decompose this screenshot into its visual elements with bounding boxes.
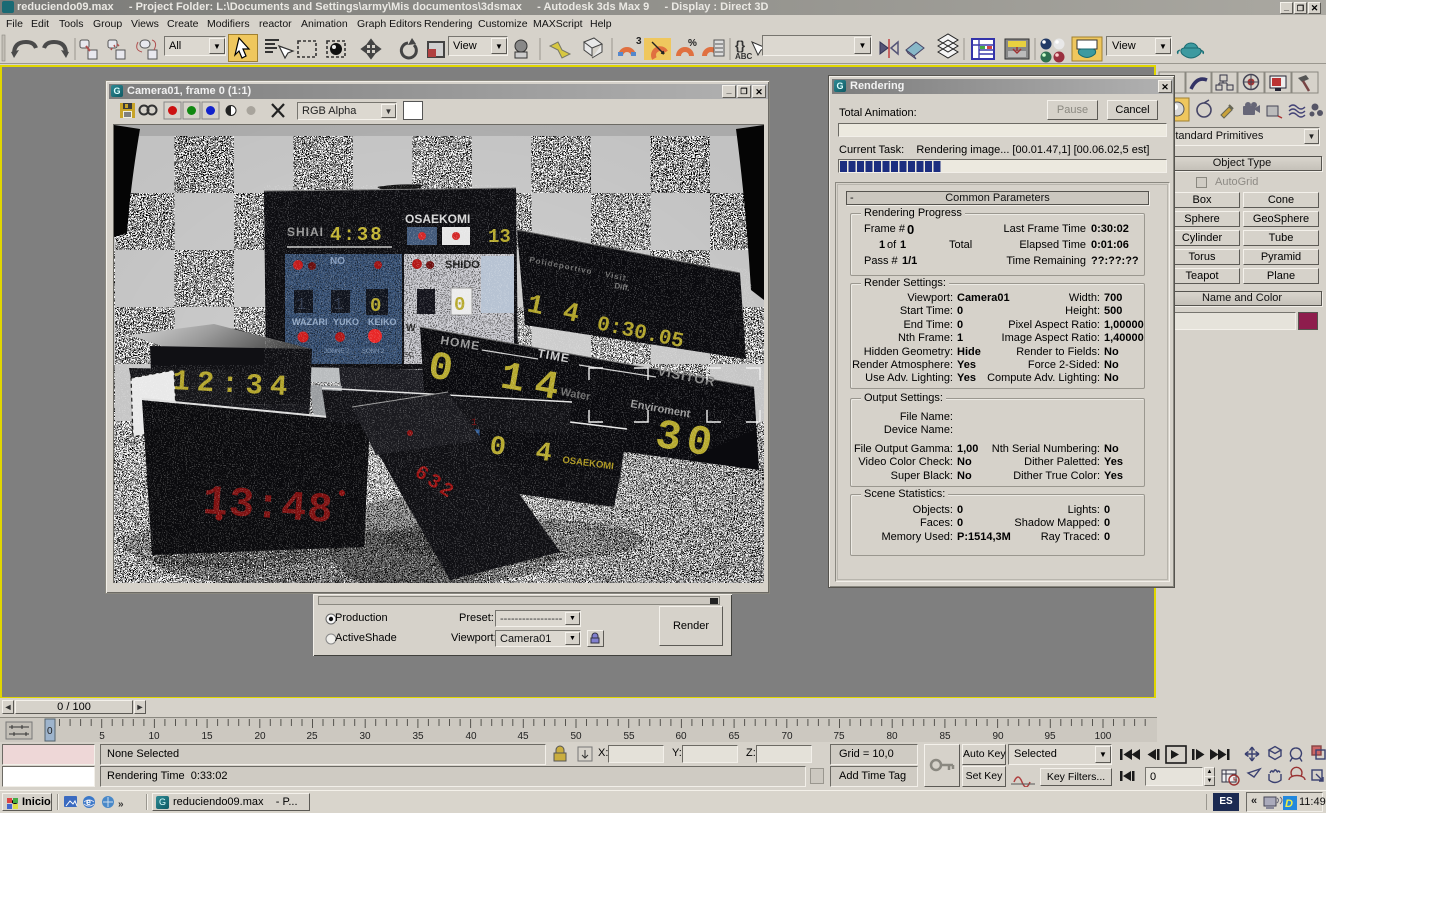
svg-text:20: 20 <box>254 731 266 742</box>
svg-text:3: 3 <box>636 36 642 47</box>
svg-text:85: 85 <box>939 731 951 742</box>
svg-text:35: 35 <box>412 731 424 742</box>
svg-text:D: D <box>1285 798 1293 810</box>
svg-text:{}: {} <box>735 38 745 53</box>
svg-text:15: 15 <box>201 731 213 742</box>
svg-text:e: e <box>86 797 91 807</box>
svg-text:80: 80 <box>886 731 898 742</box>
svg-text:70: 70 <box>781 731 793 742</box>
svg-text:90: 90 <box>992 731 1004 742</box>
svg-text:55: 55 <box>623 731 635 742</box>
svg-text:»: » <box>118 799 124 810</box>
svg-text:65: 65 <box>728 731 740 742</box>
svg-text:10: 10 <box>148 731 160 742</box>
svg-text:60: 60 <box>675 731 687 742</box>
svg-text:95: 95 <box>1044 731 1056 742</box>
svg-text:%: % <box>688 38 697 49</box>
svg-text:5: 5 <box>99 731 105 742</box>
svg-text:40: 40 <box>465 731 477 742</box>
svg-text:25: 25 <box>306 731 318 742</box>
svg-text:45: 45 <box>517 731 529 742</box>
svg-text:75: 75 <box>833 731 845 742</box>
svg-text:30: 30 <box>359 731 371 742</box>
svg-text:50: 50 <box>570 731 582 742</box>
svg-text:0: 0 <box>47 726 53 737</box>
svg-text:ABC: ABC <box>735 52 753 61</box>
svg-text:100: 100 <box>1095 731 1112 742</box>
